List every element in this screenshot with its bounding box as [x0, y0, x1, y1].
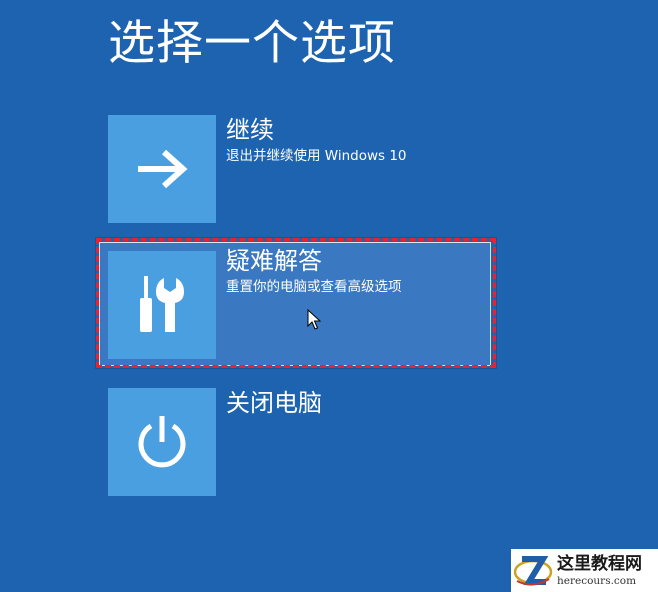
- option-shutdown-name: 关闭电脑: [226, 389, 322, 417]
- option-shutdown[interactable]: 关闭电脑: [108, 388, 490, 496]
- mouse-cursor-icon: [307, 309, 321, 330]
- watermark-url: herecours.com: [557, 574, 637, 587]
- watermark-logo-icon: [513, 555, 553, 585]
- watermark-text: 这里教程网 herecours.com: [557, 554, 642, 588]
- option-continue-name: 继续: [226, 116, 274, 144]
- page-title: 选择一个选项: [108, 16, 396, 71]
- watermark-name: 这里教程网: [557, 553, 642, 574]
- watermark: 这里教程网 herecours.com: [511, 549, 658, 592]
- highlight-frame: [96, 238, 496, 368]
- option-shutdown-label: 关闭电脑: [226, 388, 322, 418]
- option-continue[interactable]: 继续 退出并继续使用 Windows 10: [108, 115, 490, 223]
- option-continue-tile[interactable]: [108, 115, 216, 223]
- option-continue-label: 继续 退出并继续使用 Windows 10: [226, 115, 407, 166]
- option-shutdown-tile[interactable]: [108, 388, 216, 496]
- option-continue-description: 退出并继续使用 Windows 10: [226, 148, 407, 164]
- arrow-right-icon: [138, 149, 188, 189]
- power-icon: [138, 416, 186, 468]
